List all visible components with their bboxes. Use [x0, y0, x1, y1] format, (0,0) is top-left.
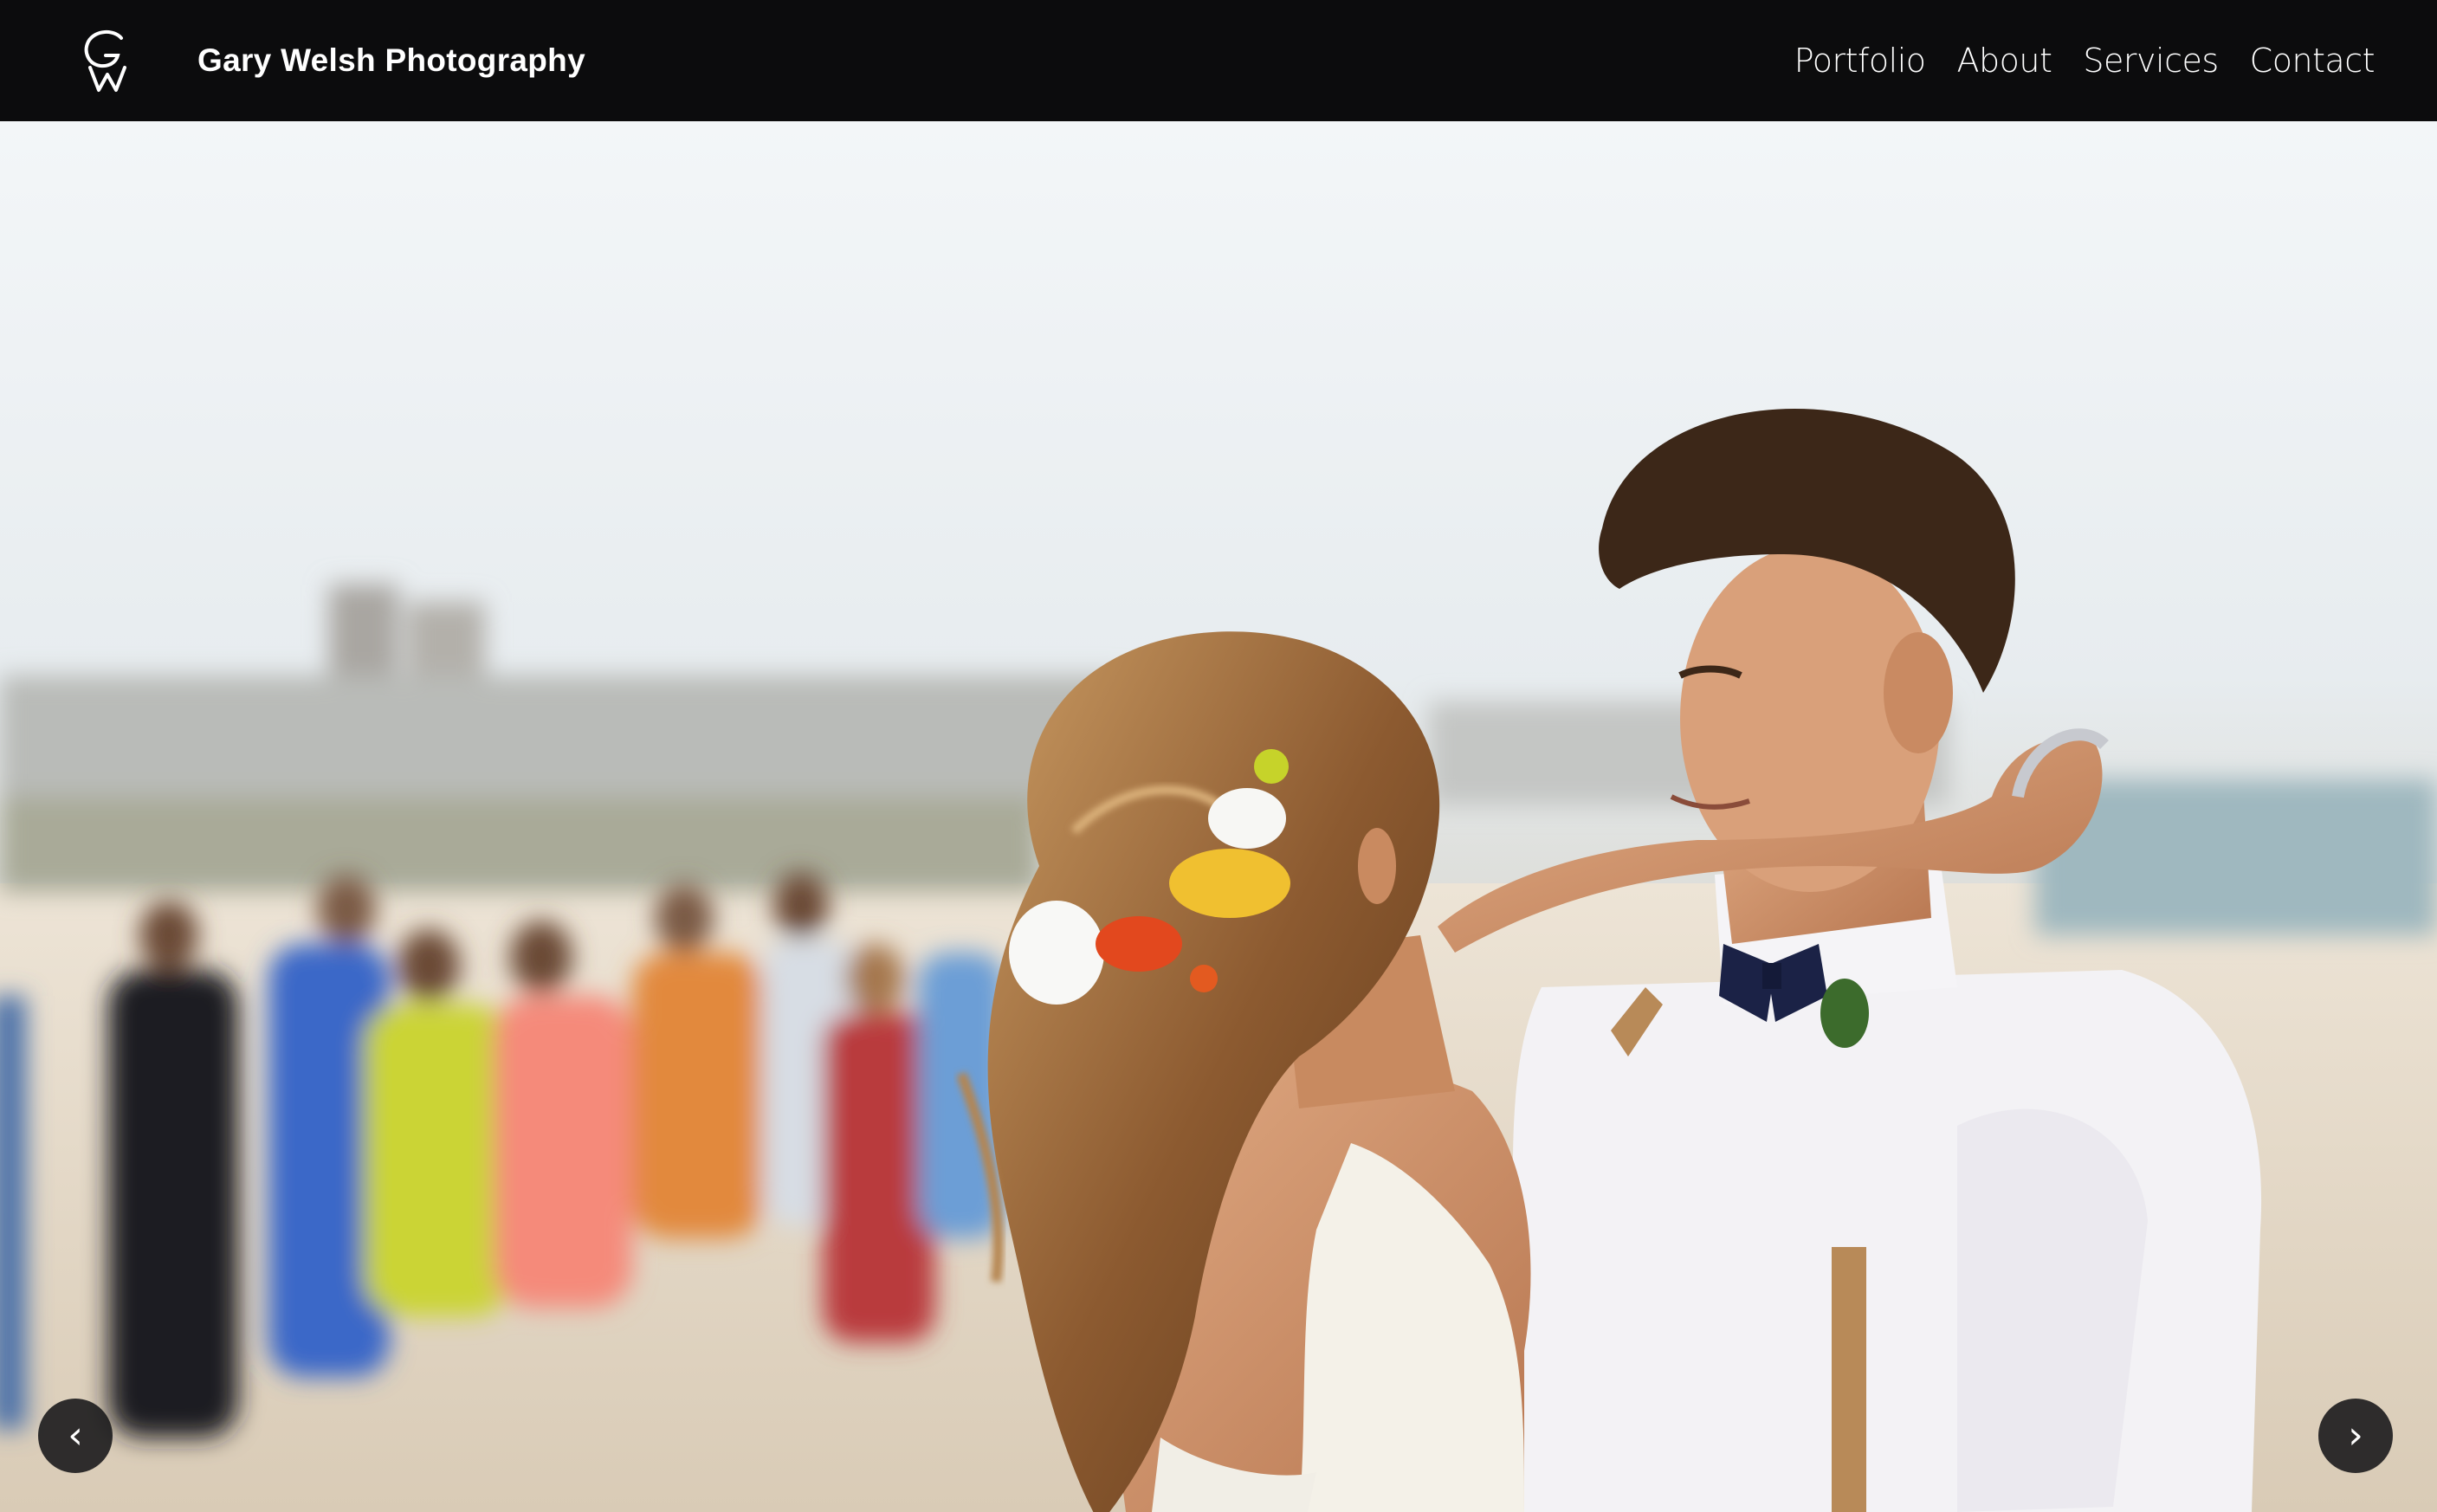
- slider-next-button[interactable]: ›: [2318, 1399, 2393, 1473]
- brand-link[interactable]: Gary Welsh Photography: [78, 26, 585, 95]
- nav-services[interactable]: Services: [2083, 42, 2219, 80]
- hero-slider: ‹ ›: [0, 121, 2437, 1512]
- hero-image: [0, 408, 2437, 1512]
- slider-prev-button[interactable]: ‹: [38, 1399, 113, 1473]
- nav-about[interactable]: About: [1957, 42, 2052, 80]
- site-title: Gary Welsh Photography: [197, 42, 585, 78]
- gw-monogram-icon: [84, 30, 126, 92]
- nav-contact[interactable]: Contact: [2250, 42, 2376, 80]
- site-header: Gary Welsh Photography Portfolio About S…: [0, 0, 2437, 121]
- nav-portfolio[interactable]: Portfolio: [1794, 42, 1926, 80]
- main-nav: Portfolio About Services Contact: [1794, 42, 2376, 80]
